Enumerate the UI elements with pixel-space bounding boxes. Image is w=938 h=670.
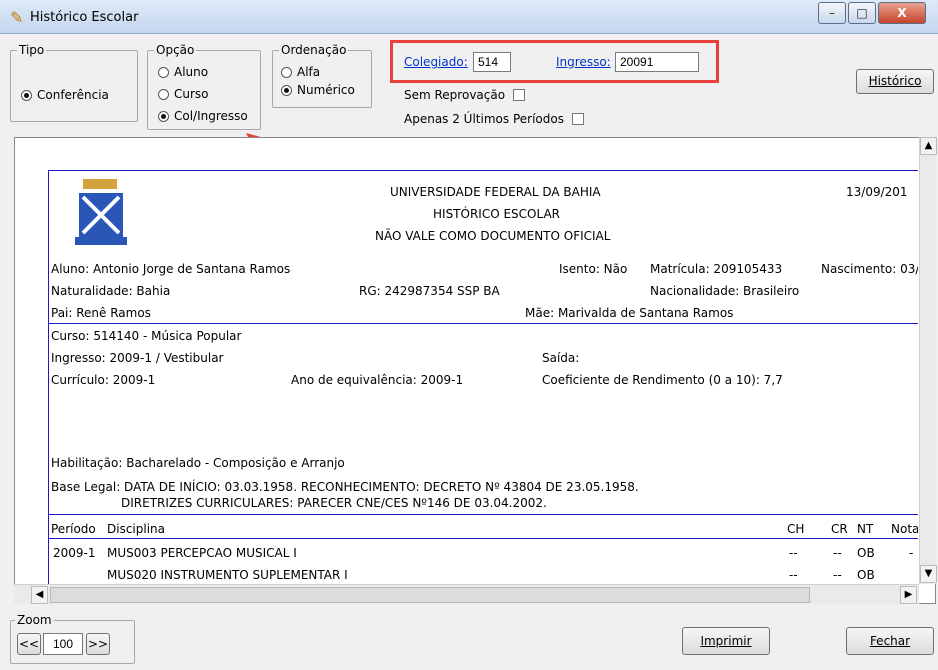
zoom-legend: Zoom — [15, 613, 54, 627]
row-nota: - — [909, 546, 914, 560]
radio-numerico[interactable]: Numérico — [281, 83, 355, 97]
checkbox-box — [571, 113, 584, 125]
ano-equivalencia-field: Ano de equivalência: 2009-1 — [291, 373, 464, 387]
nascimento-field: Nascimento: 03/ — [821, 262, 918, 276]
isento-field: Isento: Não — [559, 262, 628, 276]
sem-reprovacao-label: Sem Reprovação — [404, 88, 506, 102]
col-nt: NT — [857, 522, 874, 536]
opcao-group: Opção Aluno Curso Col/Ingresso — [147, 43, 261, 130]
zoom-in-button[interactable]: >> — [86, 633, 110, 655]
aluno-field: Aluno: Antonio Jorge de Santana Ramos — [51, 262, 291, 276]
base-legal-line-2: DIRETRIZES CURRICULARES: PARECER CNE/CES… — [121, 496, 547, 510]
report-document: UNIVERSIDADE FEDERAL DA BAHIA HISTÓRICO … — [48, 170, 918, 595]
radio-dot — [158, 66, 169, 78]
ingresso-field[interactable] — [615, 52, 699, 72]
radio-alfa[interactable]: Alfa — [281, 65, 320, 79]
radio-dot — [281, 84, 292, 96]
ordenacao-group: Ordenação Alfa Numérico — [272, 43, 372, 108]
scroll-down-icon[interactable]: ▼ — [920, 565, 937, 583]
row-disciplina: MUS020 INSTRUMENTO SUPLEMENTAR I — [107, 568, 348, 582]
issue-date: 13/09/201 — [846, 185, 908, 199]
radio-dot — [158, 110, 169, 122]
document-title: HISTÓRICO ESCOLAR — [433, 207, 561, 221]
apenas-ultimos-checkbox[interactable]: Apenas 2 Últimos Períodos — [404, 112, 584, 126]
radio-label: Curso — [174, 87, 209, 101]
apenas-ultimos-label: Apenas 2 Últimos Períodos — [404, 112, 564, 126]
ingresso-field: Ingresso: 2009-1 / Vestibular — [51, 351, 224, 365]
row-ch: -- — [789, 568, 798, 582]
maximize-button[interactable]: □ — [848, 2, 876, 24]
ufba-logo — [75, 179, 127, 245]
mae-field: Mãe: Marivalda de Santana Ramos — [525, 306, 734, 320]
radio-dot — [158, 88, 169, 100]
sem-reprovacao-checkbox[interactable]: Sem Reprovação — [404, 88, 526, 102]
row-cr: -- — [833, 546, 842, 560]
nacionalidade-field: Nacionalidade: Brasileiro — [650, 284, 800, 298]
imprimir-button[interactable]: Imprimir — [682, 627, 770, 655]
radio-dot — [21, 89, 32, 101]
row-nt: OB — [857, 546, 875, 560]
naturalidade-field: Naturalidade: Bahia — [51, 284, 171, 298]
scroll-up-icon[interactable]: ▲ — [920, 137, 937, 155]
tipo-group: Tipo Conferência — [10, 43, 138, 122]
radio-dot — [281, 66, 292, 78]
radio-label: Conferência — [37, 88, 109, 102]
pai-field: Pai: Renê Ramos — [51, 306, 151, 320]
checkbox-box — [513, 89, 526, 101]
row-nt: OB — [857, 568, 875, 582]
scroll-thumb[interactable] — [50, 587, 810, 603]
radio-curso[interactable]: Curso — [158, 87, 209, 101]
row-periodo: 2009-1 — [53, 546, 96, 560]
row-disciplina: MUS003 PERCEPCAO MUSICAL I — [107, 546, 297, 560]
base-legal-line-1: Base Legal: DATA DE INÍCIO: 03.03.1958. … — [51, 480, 639, 494]
historico-button[interactable]: Histórico — [856, 69, 934, 94]
matricula-field: Matrícula: 209105433 — [650, 262, 783, 276]
zoom-out-button[interactable]: << — [17, 633, 41, 655]
zoom-group: Zoom << >> — [10, 613, 135, 664]
scroll-right-icon[interactable]: ▶ — [900, 586, 917, 604]
col-disciplina: Disciplina — [107, 522, 166, 536]
saida-field: Saída: — [542, 351, 580, 365]
divider — [49, 323, 918, 324]
radio-label: Alfa — [297, 65, 321, 79]
opcao-legend: Opção — [154, 43, 197, 57]
radio-label: Col/Ingresso — [174, 109, 248, 123]
col-nota: Nota — [891, 522, 918, 536]
radio-aluno[interactable]: Aluno — [158, 65, 208, 79]
coeficiente-field: Coeficiente de Rendimento (0 a 10): 7,7 — [542, 373, 783, 387]
horizontal-scrollbar[interactable]: ◀ ▶ — [14, 584, 919, 604]
university-name: UNIVERSIDADE FEDERAL DA BAHIA — [390, 185, 601, 199]
col-cr: CR — [831, 522, 848, 536]
scroll-left-icon[interactable]: ◀ — [31, 586, 48, 604]
radio-col-ingresso[interactable]: Col/Ingresso — [158, 109, 248, 123]
rg-field: RG: 242987354 SSP BA — [359, 284, 500, 298]
close-window-button[interactable]: X — [878, 2, 926, 24]
window-title: Histórico Escolar — [30, 10, 139, 25]
tipo-legend: Tipo — [17, 43, 47, 57]
radio-conferencia[interactable]: Conferência — [21, 88, 109, 102]
ingresso-link[interactable]: Ingresso: — [556, 55, 611, 69]
radio-label: Numérico — [297, 83, 355, 97]
row-cr: -- — [833, 568, 842, 582]
vertical-scrollbar[interactable]: ▲ ▼ — [919, 137, 937, 584]
minimize-button[interactable]: – — [818, 2, 846, 24]
divider — [49, 538, 918, 539]
col-periodo: Período — [51, 522, 96, 536]
habilitacao-field: Habilitação: Bacharelado - Composição e … — [51, 456, 345, 470]
divider — [49, 514, 918, 515]
colegiado-link[interactable]: Colegiado: — [404, 55, 468, 69]
pencil-icon: ✎ — [10, 8, 24, 27]
curriculo-field: Currículo: 2009-1 — [51, 373, 156, 387]
ordenacao-legend: Ordenação — [279, 43, 349, 57]
disclaimer: NÃO VALE COMO DOCUMENTO OFICIAL — [375, 229, 611, 243]
colegiado-field[interactable] — [473, 52, 511, 72]
zoom-value-field[interactable] — [43, 633, 83, 655]
title-bar — [0, 0, 938, 34]
curso-field: Curso: 514140 - Música Popular — [51, 329, 242, 343]
col-ch: CH — [787, 522, 805, 536]
fechar-button[interactable]: Fechar — [846, 627, 934, 655]
row-ch: -- — [789, 546, 798, 560]
radio-label: Aluno — [174, 65, 209, 79]
